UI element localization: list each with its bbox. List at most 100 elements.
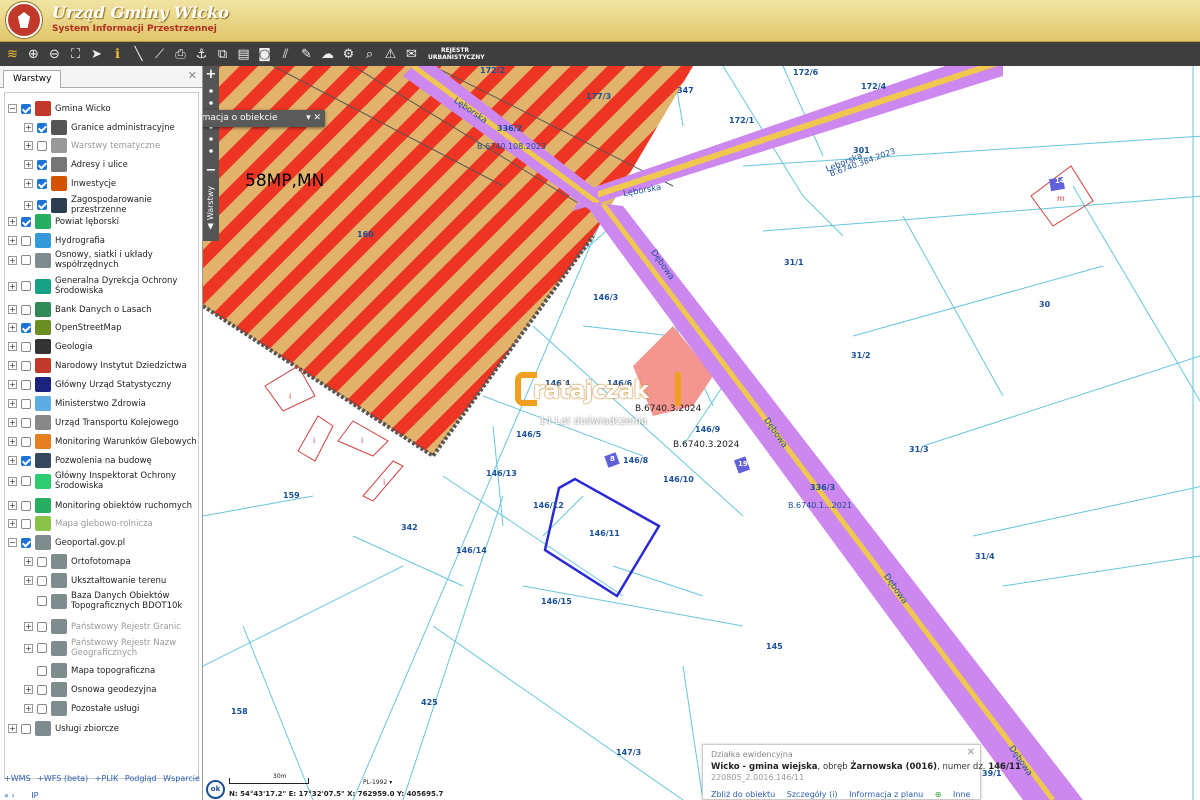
layer-checkbox[interactable] <box>21 281 31 291</box>
support-link[interactable]: Wsparcie <box>163 774 200 783</box>
layer-item[interactable]: + Osnowa geodezyjna <box>5 682 198 697</box>
map-view[interactable]: Lęborska Lęborska Lęborska Dębowa Dębowa… <box>203 66 1200 800</box>
expand-icon[interactable]: + <box>8 281 17 291</box>
layer-item[interactable]: + Geologia <box>5 339 198 354</box>
layer-item[interactable]: + Usługi zbiorcze <box>5 721 198 736</box>
layer-checkbox[interactable] <box>21 304 31 315</box>
pager-prev[interactable]: « <box>4 791 9 800</box>
expand-icon[interactable]: + <box>8 217 17 226</box>
expand-icon[interactable]: + <box>8 724 17 733</box>
expand-icon[interactable]: + <box>8 476 17 486</box>
expand-icon[interactable]: + <box>24 643 33 653</box>
zoom-slider[interactable]: + − ▲ Warstwy <box>203 66 219 241</box>
chat-icon[interactable]: ✉ <box>401 44 422 64</box>
layer-checkbox[interactable] <box>21 436 31 447</box>
layer-checkbox[interactable] <box>21 500 31 511</box>
layer-item[interactable]: − Geoportal.gov.pl <box>5 535 198 550</box>
zoom-out-button[interactable]: − <box>203 164 219 178</box>
info-icon[interactable]: ℹ <box>107 44 128 64</box>
layer-checkbox[interactable] <box>37 140 47 151</box>
layer-item[interactable]: + Pozwolenia na budowę <box>5 453 198 468</box>
layer-item[interactable]: + Ministerstwo Zdrowia <box>5 396 198 411</box>
layer-item[interactable]: + Powiat lęborski <box>5 214 198 229</box>
layer-item[interactable]: + Narodowy Instytut Dziedzictwa <box>5 358 198 373</box>
details-link[interactable]: Szczegóły (i) <box>787 790 838 799</box>
select-icon[interactable]: ➤ <box>86 44 107 64</box>
object-info-panel[interactable]: Informacja o obiekcie ▾ ✕ <box>203 110 325 127</box>
zoom-extent-icon[interactable]: ⛶ <box>65 44 86 64</box>
expand-icon[interactable]: + <box>8 418 17 427</box>
zoom-out-icon[interactable]: ⊖ <box>44 44 65 64</box>
layer-item[interactable]: + Generalna Dyrekcja Ochrony Środowiska <box>5 276 198 296</box>
layer-item[interactable]: + Adresy i ulice <box>5 157 198 172</box>
expand-icon[interactable]: + <box>8 501 17 510</box>
layer-item[interactable]: Mapa topograficzna <box>5 663 198 678</box>
layer-item[interactable]: + Monitoring Warunków Glebowych <box>5 434 198 449</box>
expand-icon[interactable]: + <box>24 160 33 169</box>
expand-icon[interactable]: + <box>8 380 17 389</box>
layer-checkbox[interactable] <box>21 216 31 227</box>
layer-checkbox[interactable] <box>21 235 31 246</box>
info-panel-controls[interactable]: ▾ ✕ <box>306 110 321 127</box>
comment-icon[interactable]: ◙ <box>254 44 275 64</box>
layer-item[interactable]: + Hydrografia <box>5 233 198 248</box>
layer-item[interactable]: + Mapa glebowo-rolnicza <box>5 516 198 531</box>
layer-checkbox[interactable] <box>37 596 47 606</box>
anchor-icon[interactable]: ⚓ <box>191 44 212 64</box>
layer-checkbox[interactable] <box>21 476 31 486</box>
add-wfs-link[interactable]: +WFS (beta) <box>37 774 88 783</box>
layer-checkbox[interactable] <box>21 322 31 333</box>
print-icon[interactable]: ⎙ <box>170 44 191 64</box>
warning-icon[interactable]: ⚠ <box>380 44 401 64</box>
settings-icon[interactable]: ⚙ <box>338 44 359 64</box>
layer-checkbox[interactable] <box>37 621 47 632</box>
layers-icon[interactable]: ≋ <box>2 44 23 64</box>
measure-line-icon[interactable]: ╲ <box>128 44 149 64</box>
layer-item[interactable]: + OpenStreetMap <box>5 320 198 335</box>
pager-next[interactable]: › <box>11 791 14 800</box>
layer-checkbox[interactable] <box>37 556 47 567</box>
collapse-icon[interactable]: − <box>8 538 17 547</box>
expand-icon[interactable]: + <box>24 200 33 210</box>
expand-icon[interactable]: + <box>24 123 33 132</box>
layer-checkbox[interactable] <box>37 122 47 133</box>
layer-checkbox[interactable] <box>37 575 47 586</box>
zoom-in-button[interactable]: + <box>203 68 219 82</box>
layer-checkbox[interactable] <box>37 159 47 170</box>
edit-icon[interactable]: ✎ <box>296 44 317 64</box>
expand-icon[interactable]: + <box>8 323 17 332</box>
expand-icon[interactable]: + <box>8 305 17 314</box>
layer-item[interactable]: + Bank Danych o Lasach <box>5 302 198 317</box>
layer-checkbox[interactable] <box>37 200 47 210</box>
layer-checkbox[interactable] <box>37 643 47 653</box>
note-icon[interactable]: ▤ <box>233 44 254 64</box>
layer-item[interactable]: + Inwestycje <box>5 176 198 191</box>
expand-icon[interactable]: + <box>24 704 33 713</box>
expand-icon[interactable]: + <box>8 456 17 465</box>
expand-icon[interactable]: + <box>8 437 17 446</box>
layer-checkbox[interactable] <box>21 537 31 548</box>
layer-item[interactable]: + Monitoring obiektów ruchomych <box>5 498 198 513</box>
layer-checkbox[interactable] <box>21 360 31 371</box>
layer-checkbox[interactable] <box>37 665 47 676</box>
layer-checkbox[interactable] <box>21 379 31 390</box>
layer-checkbox[interactable] <box>21 398 31 409</box>
hatch-icon[interactable]: ⫽ <box>275 44 296 64</box>
ok-button[interactable]: ok <box>206 780 225 799</box>
layer-checkbox[interactable] <box>21 255 31 265</box>
layer-checkbox[interactable] <box>37 703 47 714</box>
add-file-link[interactable]: +PLIK <box>95 774 119 783</box>
layer-checkbox[interactable] <box>21 103 31 114</box>
export-icon[interactable]: ⧉ <box>212 44 233 64</box>
expand-icon[interactable]: + <box>24 557 33 566</box>
zoom-in-icon[interactable]: ⊕ <box>23 44 44 64</box>
collapse-icon[interactable]: − <box>8 104 17 113</box>
expand-icon[interactable]: + <box>24 685 33 694</box>
plan-info-link[interactable]: Informacja z planu <box>849 790 923 799</box>
expand-icon[interactable]: + <box>8 361 17 370</box>
layer-item[interactable]: − Gmina Wicko <box>5 101 198 116</box>
close-icon[interactable]: ✕ <box>967 747 975 758</box>
search-map-icon[interactable]: ⌕ <box>359 44 380 64</box>
expand-icon[interactable]: + <box>8 519 17 528</box>
layer-item[interactable]: + Zagospodarowanie przestrzenne <box>5 195 198 215</box>
